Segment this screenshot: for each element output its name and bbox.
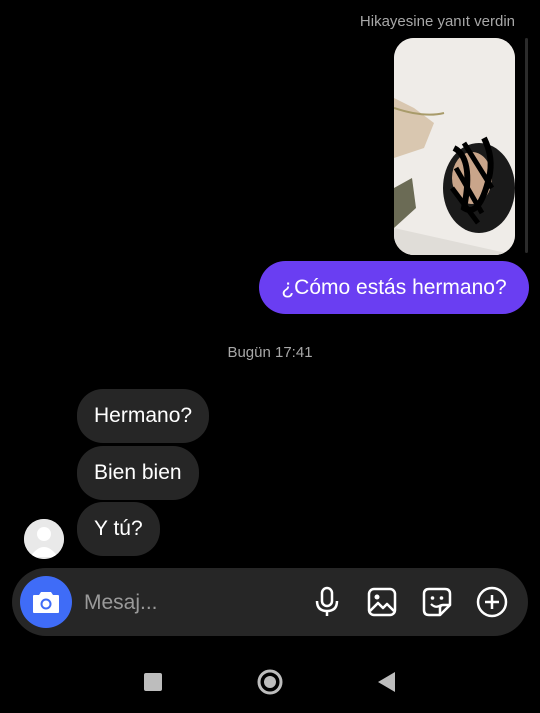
sent-message-bubble[interactable]: ¿Cómo estás hermano? [259, 261, 529, 314]
camera-icon [33, 592, 59, 613]
camera-button[interactable] [20, 576, 72, 628]
chat-timestamp: Bugün 17:41 [227, 344, 313, 361]
plus-icon [476, 586, 508, 618]
default-avatar-icon [24, 519, 64, 559]
message-input[interactable] [82, 586, 296, 620]
story-thumbnail[interactable] [394, 38, 515, 255]
recents-button[interactable] [139, 668, 167, 696]
message-composer [12, 568, 528, 636]
home-circle-icon [257, 669, 283, 695]
received-message-bubble[interactable]: Bien bien [77, 446, 199, 500]
back-button[interactable] [372, 668, 400, 696]
sent-message-text: ¿Cómo estás hermano? [281, 275, 507, 299]
home-button[interactable] [256, 668, 284, 696]
received-message-bubble[interactable]: Hermano? [77, 389, 210, 443]
received-message-text: Y tú? [94, 517, 143, 540]
received-message-bubble[interactable]: Y tú? [77, 502, 160, 556]
scroll-indicator[interactable] [525, 38, 528, 253]
sticker-button[interactable] [420, 585, 454, 619]
avatar[interactable] [24, 519, 64, 559]
sticker-icon [422, 587, 452, 617]
received-message-text: Hermano? [94, 404, 193, 427]
story-reply-caption: Hikayesine yanıt verdin [359, 13, 515, 30]
gallery-button[interactable] [365, 585, 399, 619]
gallery-icon [367, 587, 397, 617]
microphone-icon [315, 586, 339, 616]
add-button[interactable] [475, 585, 509, 619]
system-navigation-bar [0, 650, 540, 713]
microphone-button[interactable] [310, 585, 344, 619]
back-triangle-icon [378, 672, 395, 692]
received-message-text: Bien bien [94, 461, 182, 484]
recents-square-icon [144, 673, 162, 691]
